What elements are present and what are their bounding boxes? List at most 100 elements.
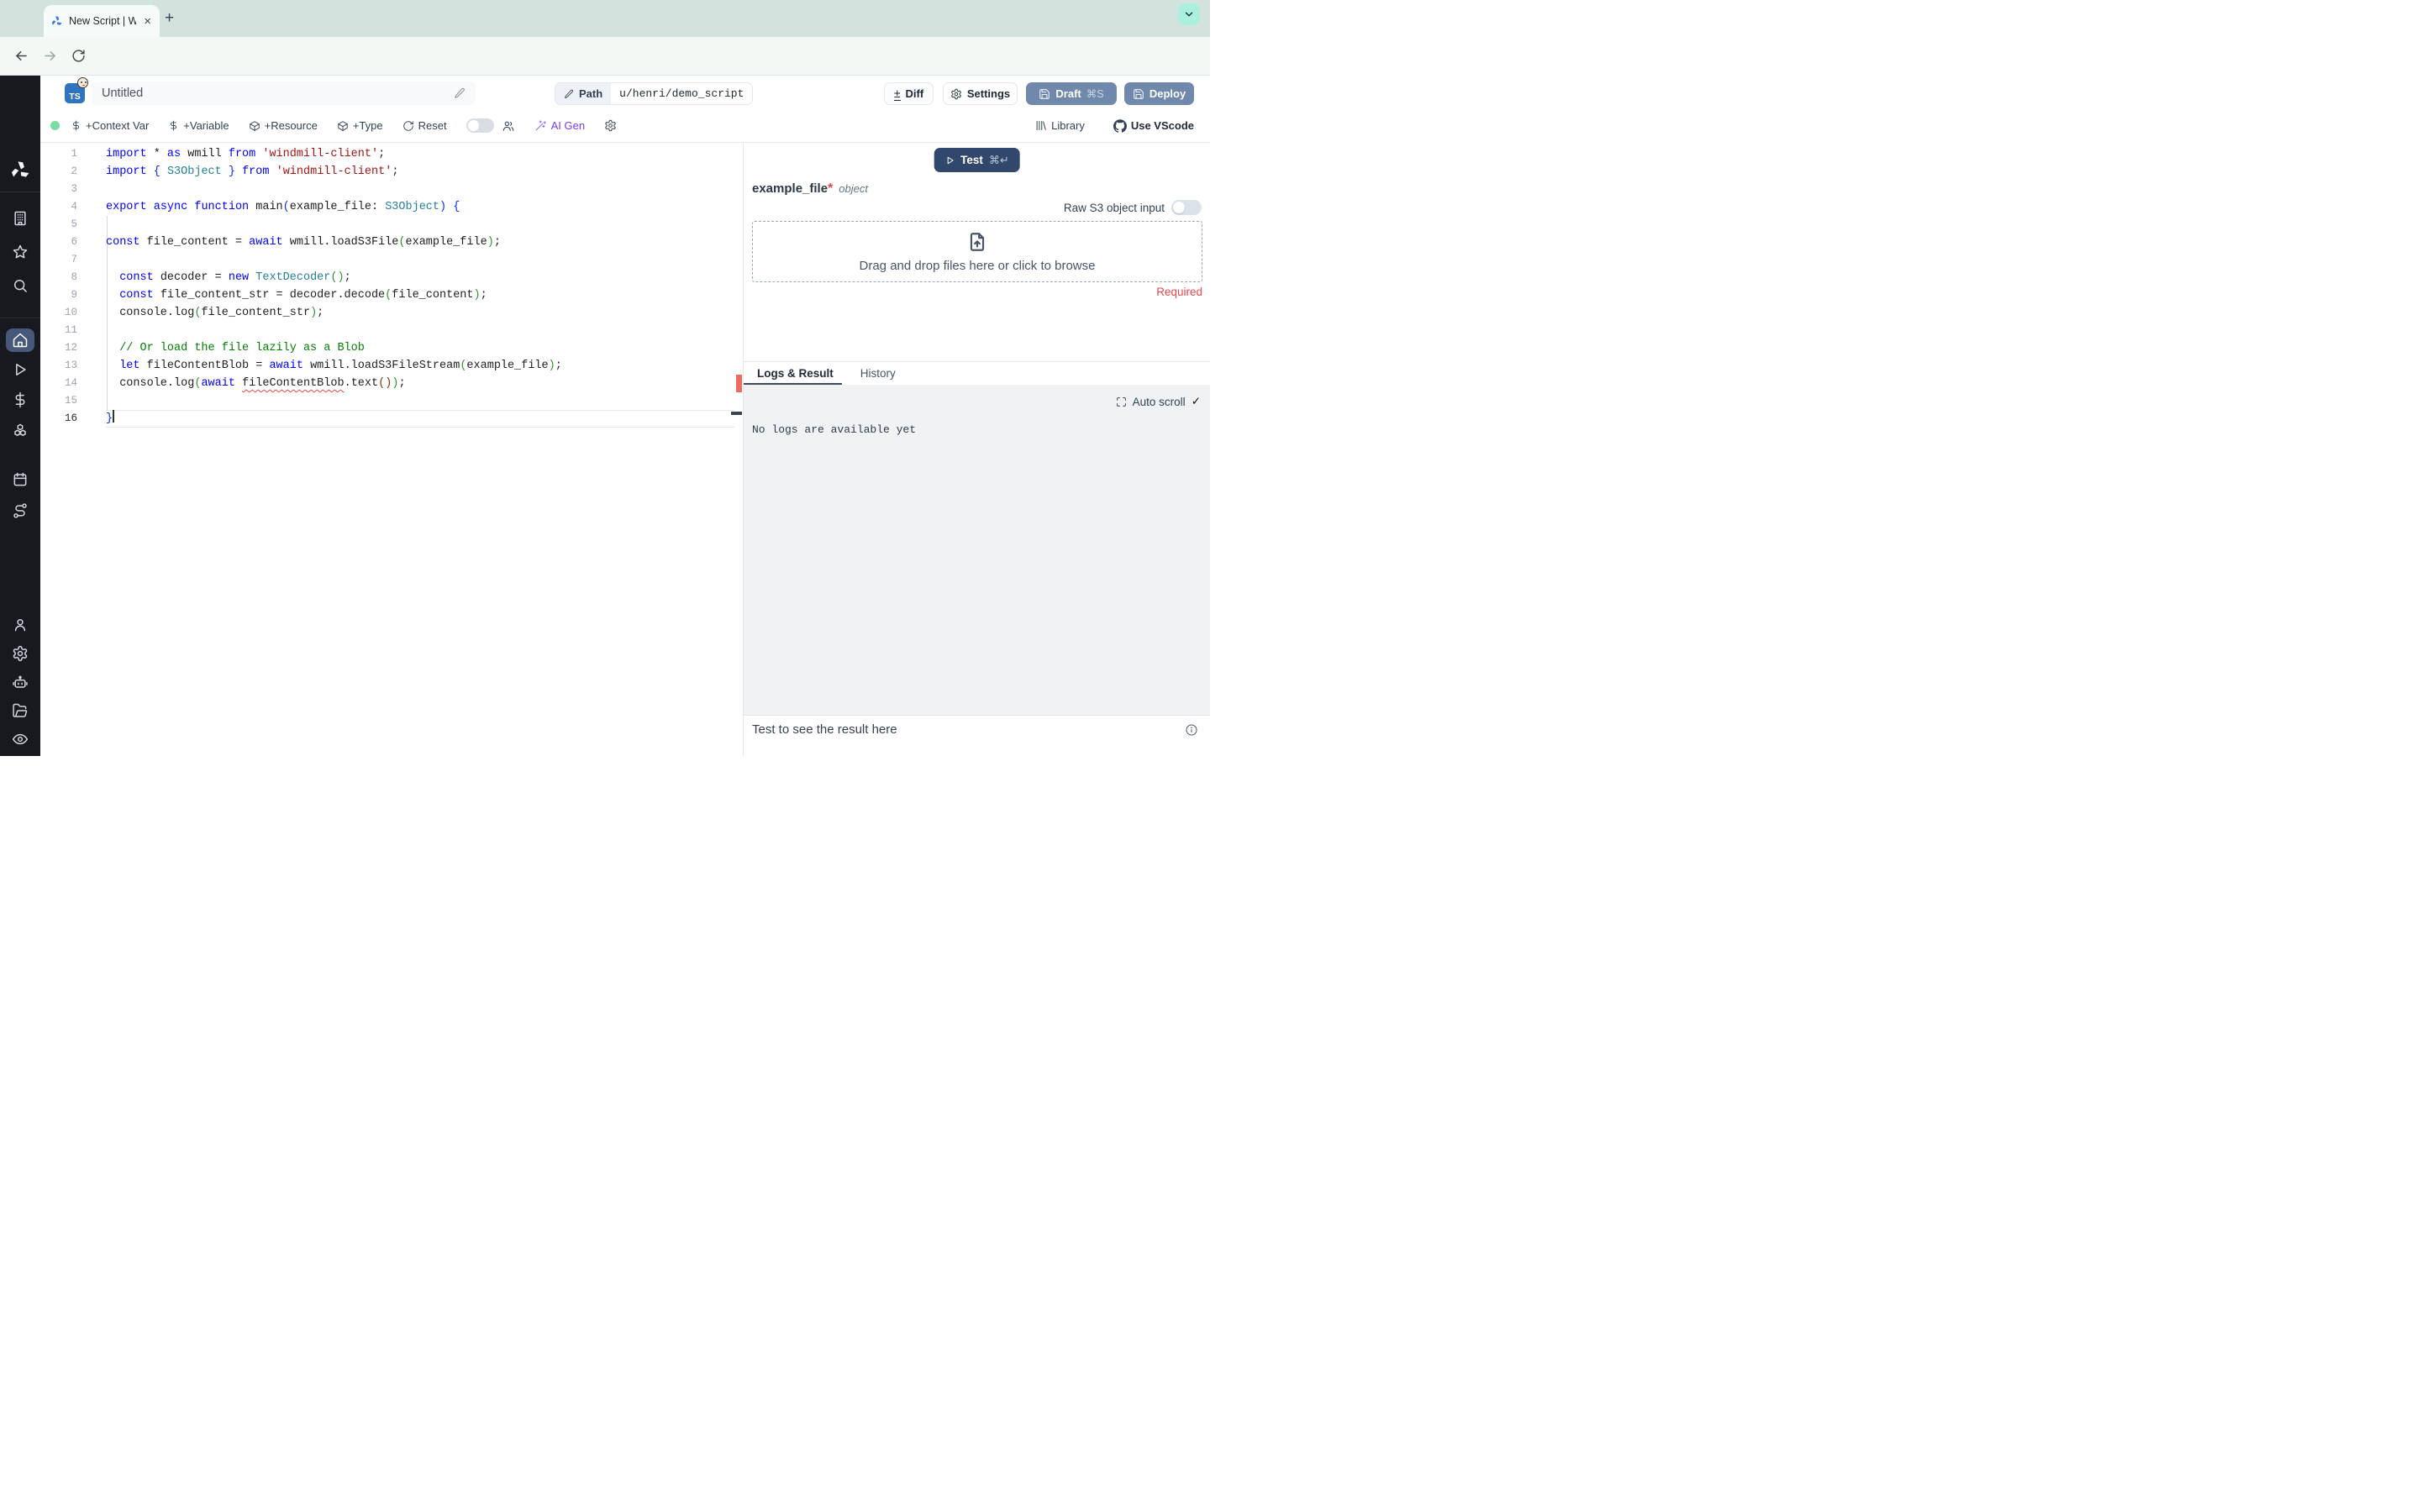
add-type-button[interactable]: +Type xyxy=(337,119,383,132)
code-line[interactable]: console.log(await fileContentBlob.text()… xyxy=(106,375,734,392)
use-vscode-button[interactable]: Use VScode xyxy=(1113,119,1194,133)
code-line[interactable]: export async function main(example_file:… xyxy=(106,198,734,216)
code-line[interactable] xyxy=(106,181,734,198)
line-number: 1 xyxy=(71,148,77,160)
code-line[interactable] xyxy=(106,251,734,269)
browser-tab[interactable]: New Script | Windmill × xyxy=(44,5,160,37)
tab-title: New Script | Windmill xyxy=(69,15,137,27)
required-badge: Required xyxy=(1156,286,1202,298)
gear-icon xyxy=(604,119,617,132)
sidebar-item-flows[interactable] xyxy=(12,502,29,519)
path-label: Path xyxy=(579,87,603,100)
sidebar-item-workspace[interactable] xyxy=(12,210,29,227)
tab-search-button[interactable] xyxy=(1178,3,1200,25)
deploy-button[interactable]: Deploy xyxy=(1124,82,1194,105)
tab-close-icon[interactable]: × xyxy=(142,15,153,28)
code-line[interactable]: // Or load the file lazily as a Blob xyxy=(106,339,734,357)
right-panel: Test ⌘↵ example_file* object Raw S3 obje… xyxy=(743,142,1210,756)
code-line[interactable]: import { S3Object } from 'windmill-clien… xyxy=(106,163,734,181)
reload-icon[interactable] xyxy=(64,42,92,71)
library-button[interactable]: Library xyxy=(1034,119,1085,132)
users-icon xyxy=(502,119,515,133)
path-chip[interactable]: Path u/henri/demo_script xyxy=(555,82,754,105)
add-variable-button[interactable]: +Variable xyxy=(168,119,229,132)
line-number: 7 xyxy=(71,254,77,265)
dropzone-text: Drag and drop files here or click to bro… xyxy=(859,258,1096,273)
code-line[interactable]: const file_content_str = decoder.decode(… xyxy=(106,286,734,304)
result-tabs: Logs & Result History xyxy=(744,361,1210,385)
draft-button[interactable]: Draft ⌘S xyxy=(1026,82,1117,105)
line-number: 16 xyxy=(64,412,77,424)
use-vscode-label: Use VScode xyxy=(1130,119,1194,132)
script-title-field[interactable]: Untitled xyxy=(92,81,476,105)
code-editor[interactable]: 1 2 3 4 5 6 7 8 9 10 11 12 13 14 15 16 import * as wmil… xyxy=(40,142,743,756)
sidebar-item-runs[interactable] xyxy=(12,361,29,378)
line-number: 15 xyxy=(64,395,77,407)
test-button[interactable]: Test ⌘↵ xyxy=(934,148,1020,172)
play-icon xyxy=(944,155,955,165)
diff-label: Diff xyxy=(905,87,924,100)
file-dropzone[interactable]: Drag and drop files here or click to bro… xyxy=(752,221,1202,282)
sidebar-item-audit-logs[interactable] xyxy=(12,731,29,748)
reset-button[interactable]: Reset xyxy=(402,119,447,132)
save-draft-icon xyxy=(1039,88,1050,100)
diff-button[interactable]: ± Diff xyxy=(884,82,934,105)
code-line[interactable]: const decoder = new TextDecoder(); xyxy=(106,269,734,286)
diff-icon: ± xyxy=(893,86,901,101)
code-line[interactable]: import * as wmill from 'windmill-client'… xyxy=(106,145,734,163)
add-resource-button[interactable]: +Resource xyxy=(249,119,318,132)
raw-s3-toggle[interactable] xyxy=(1171,200,1202,215)
sidebar-item-folders[interactable] xyxy=(12,702,29,719)
back-icon[interactable] xyxy=(7,42,35,71)
library-icon xyxy=(1034,119,1047,132)
path-value: u/henri/demo_script xyxy=(619,87,744,100)
multiplayer-toggle[interactable] xyxy=(466,118,494,133)
sidebar-item-workers[interactable] xyxy=(12,675,29,691)
script-title: Untitled xyxy=(102,87,144,100)
result-placeholder: Test to see the result here xyxy=(752,722,897,737)
auto-scroll-label: Auto scroll xyxy=(1132,395,1186,408)
new-tab-button[interactable]: + xyxy=(165,10,174,26)
line-number: 3 xyxy=(71,183,77,195)
code-line[interactable] xyxy=(106,392,734,410)
dollar-icon xyxy=(168,120,179,131)
raw-s3-label: Raw S3 object input xyxy=(1063,201,1165,214)
tab-history[interactable]: History xyxy=(847,362,909,385)
info-icon[interactable] xyxy=(1185,723,1198,737)
sidebar-item-search[interactable] xyxy=(12,277,29,294)
sidebar-item-settings[interactable] xyxy=(12,645,29,662)
tab-logs-result[interactable]: Logs & Result xyxy=(744,362,847,385)
edit-title-pencil-icon[interactable] xyxy=(454,87,466,99)
auto-scroll-checkbox[interactable]: ✓ xyxy=(1192,395,1201,408)
code-line[interactable] xyxy=(106,216,734,234)
app-header: TS Untitled Path u/henri/demo_script ± Di… xyxy=(40,76,1210,109)
windmill-logo-icon[interactable] xyxy=(9,160,31,181)
add-context-var-button[interactable]: +Context Var xyxy=(71,119,149,132)
sidebar-item-home[interactable] xyxy=(6,328,34,352)
sidebar xyxy=(0,76,40,756)
ai-gen-button[interactable]: AI Gen xyxy=(534,119,585,132)
code-line[interactable] xyxy=(106,322,734,339)
code-line[interactable]: const file_content = await wmill.loadS3F… xyxy=(106,234,734,251)
home-icon xyxy=(12,332,29,349)
sidebar-item-resources[interactable] xyxy=(12,422,29,438)
library-label: Library xyxy=(1051,119,1085,132)
code-line[interactable]: console.log(file_content_str); xyxy=(106,304,734,322)
settings-button[interactable]: Settings xyxy=(943,82,1018,105)
code-line[interactable]: let fileContentBlob = await wmill.loadS3… xyxy=(106,357,734,375)
argument-row: example_file* object xyxy=(752,181,868,197)
browser-toolbar: app.windmill.dev/scripts/add#JTdCJTIyaGF… xyxy=(0,37,1210,107)
overview-cursor-marker xyxy=(731,412,742,415)
sidebar-item-variables[interactable] xyxy=(12,391,29,408)
sidebar-item-favorites[interactable] xyxy=(12,244,29,260)
code-line[interactable]: } xyxy=(106,410,734,428)
sidebar-item-schedules[interactable] xyxy=(12,471,29,488)
editor-settings-button[interactable] xyxy=(604,119,617,132)
context-var-label: +Context Var xyxy=(86,119,150,132)
expand-icon[interactable] xyxy=(1116,396,1127,407)
test-shortcut: ⌘↵ xyxy=(988,153,1009,166)
github-icon xyxy=(1113,119,1127,133)
forward-icon[interactable] xyxy=(35,42,64,71)
sidebar-item-users[interactable] xyxy=(12,617,29,633)
emoji-badge xyxy=(77,77,88,88)
